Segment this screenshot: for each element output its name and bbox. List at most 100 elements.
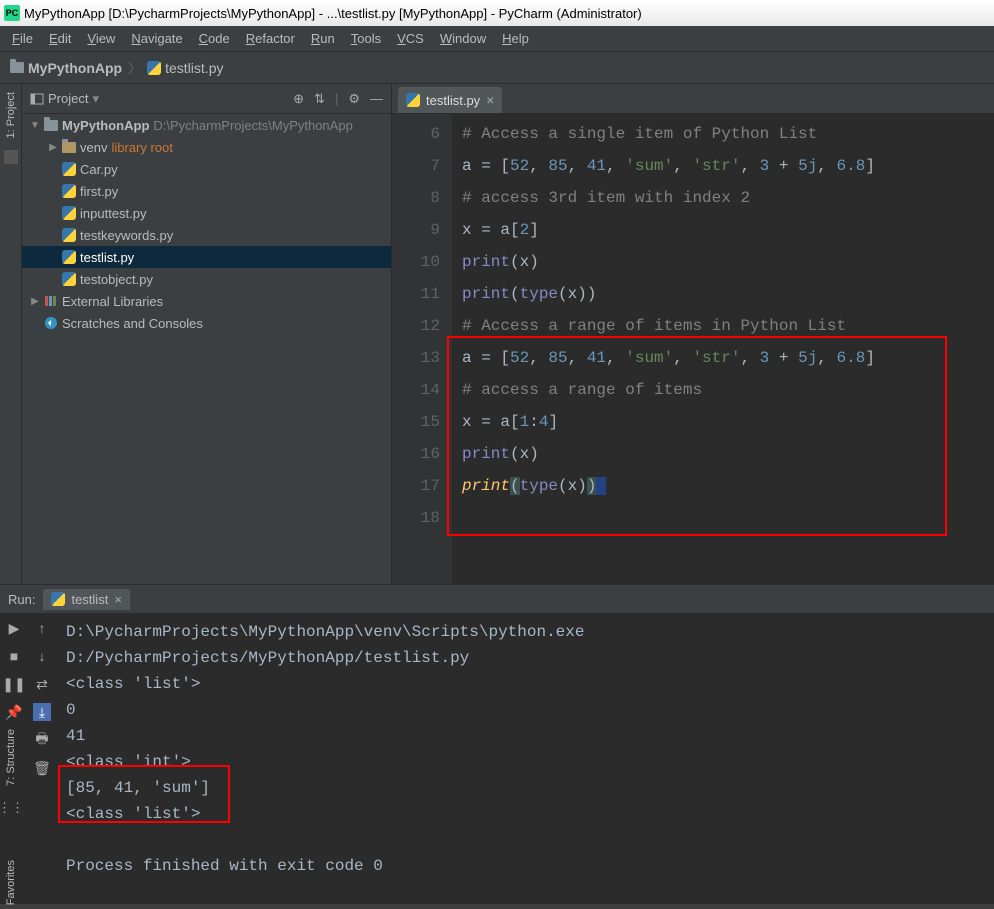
tree-item[interactable]: first.py	[22, 180, 391, 202]
code-line-8[interactable]: # access 3rd item with index 2	[462, 182, 984, 214]
tree-item[interactable]: ▼MyPythonApp D:\PycharmProjects\MyPython…	[22, 114, 391, 136]
project-panel-header: Project ▾ ⊕ ⇅ | ⚙ —	[22, 84, 391, 114]
python-file-icon	[62, 206, 76, 220]
code-line-18[interactable]: print(type(x))	[462, 470, 984, 502]
output-line: <class 'int'>	[66, 749, 984, 775]
output-line: [85, 41, 'sum']	[66, 775, 984, 801]
structure-tool-button[interactable]: 7: Structure	[5, 725, 17, 790]
python-file-icon	[62, 272, 76, 286]
project-view-icon	[30, 92, 44, 106]
editor-tab-testlist[interactable]: testlist.py ×	[398, 87, 502, 113]
breadcrumb-file[interactable]: testlist.py	[147, 60, 223, 76]
menu-code[interactable]: Code	[193, 29, 236, 48]
menu-window[interactable]: Window	[434, 29, 492, 48]
run-tab-label: testlist	[71, 592, 108, 607]
tool-square-icon[interactable]	[4, 150, 18, 164]
left-tool-strip: 1: Project	[0, 84, 22, 584]
close-tab-button[interactable]: ×	[486, 92, 494, 108]
output-line: 41	[66, 723, 984, 749]
project-panel: Project ▾ ⊕ ⇅ | ⚙ — ▼MyPythonApp D:\Pych…	[22, 84, 392, 584]
down-button[interactable]: ↓	[33, 647, 51, 665]
run-output[interactable]: D:\PycharmProjects\MyPythonApp\venv\Scri…	[56, 613, 994, 904]
output-line: <class 'list'>	[66, 801, 984, 827]
code-line-6[interactable]: # Access a single item of Python List	[462, 118, 984, 150]
output-line: <class 'list'>	[66, 671, 984, 697]
window-titlebar: PC MyPythonApp [D:\PycharmProjects\MyPyt…	[0, 0, 994, 26]
python-file-icon	[62, 162, 76, 176]
code-content[interactable]: # Access a single item of Python Lista =…	[452, 114, 994, 584]
hide-button[interactable]: —	[370, 91, 383, 107]
folder-icon	[62, 142, 76, 153]
app-icon: PC	[4, 5, 20, 21]
collapse-button[interactable]: ⇅	[314, 91, 325, 107]
project-tree[interactable]: ▼MyPythonApp D:\PycharmProjects\MyPython…	[22, 114, 391, 584]
scroll-end-button[interactable]: ⤓	[33, 703, 51, 721]
code-line-7[interactable]: a = [52, 85, 41, 'sum', 'str', 3 + 5j, 6…	[462, 150, 984, 182]
code-line-17[interactable]: print(x)	[462, 438, 984, 470]
run-tab[interactable]: testlist ×	[43, 589, 129, 610]
soft-wrap-button[interactable]: ⇄	[33, 675, 51, 693]
breadcrumb-project-label: MyPythonApp	[28, 60, 122, 76]
folder-icon	[44, 120, 58, 131]
output-line: D:\PycharmProjects\MyPythonApp\venv\Scri…	[66, 619, 984, 671]
tree-item[interactable]: Car.py	[22, 158, 391, 180]
menu-vcs[interactable]: VCS	[391, 29, 430, 48]
tree-item[interactable]: Scratches and Consoles	[22, 312, 391, 334]
menu-refactor[interactable]: Refactor	[240, 29, 301, 48]
library-icon	[44, 294, 58, 308]
window-title: MyPythonApp [D:\PycharmProjects\MyPython…	[24, 6, 642, 21]
structure-icon: ⋮⋮	[0, 800, 24, 816]
close-run-tab-button[interactable]: ×	[114, 592, 122, 607]
project-panel-title: Project	[48, 91, 88, 106]
breadcrumb-separator: 〉	[128, 58, 141, 77]
code-line-14[interactable]: a = [52, 85, 41, 'sum', 'str', 3 + 5j, 6…	[462, 342, 984, 374]
python-file-icon	[62, 228, 76, 242]
menu-view[interactable]: View	[81, 29, 121, 48]
project-tool-button[interactable]: 1: Project	[5, 88, 17, 142]
output-line	[66, 827, 984, 853]
up-button[interactable]: ↑	[33, 619, 51, 637]
tree-item[interactable]: testobject.py	[22, 268, 391, 290]
python-file-icon	[147, 61, 161, 75]
menu-navigate[interactable]: Navigate	[125, 29, 188, 48]
python-file-icon	[62, 250, 76, 264]
breadcrumb-file-label: testlist.py	[165, 60, 223, 76]
tree-item[interactable]: ▶venv library root	[22, 136, 391, 158]
code-editor[interactable]: 6789101112131415161718 # Access a single…	[392, 114, 994, 584]
output-line: 0	[66, 697, 984, 723]
line-gutter: 6789101112131415161718	[392, 114, 452, 584]
editor-tabs: testlist.py ×	[392, 84, 994, 114]
favorites-tool-button[interactable]: Favorites	[5, 856, 17, 909]
breadcrumb-project[interactable]: MyPythonApp	[10, 60, 122, 76]
menu-tools[interactable]: Tools	[345, 29, 387, 48]
trash-button[interactable]: 🗑	[33, 759, 51, 777]
tree-item[interactable]: testlist.py	[22, 246, 391, 268]
run-panel-header: Run: testlist ×	[0, 585, 994, 613]
code-line-9[interactable]: x = a[2]	[462, 214, 984, 246]
python-file-icon	[51, 592, 65, 606]
folder-icon	[10, 62, 24, 73]
python-file-icon	[62, 184, 76, 198]
python-file-icon	[406, 93, 420, 107]
menu-edit[interactable]: Edit	[43, 29, 77, 48]
output-line: Process finished with exit code 0	[66, 853, 984, 879]
breadcrumb: MyPythonApp 〉 testlist.py	[0, 52, 994, 84]
code-line-16[interactable]: x = a[1:4]	[462, 406, 984, 438]
menu-help[interactable]: Help	[496, 29, 535, 48]
menu-bar: FileEditViewNavigate CodeRefactorRunTools…	[0, 26, 994, 52]
tree-item[interactable]: ▶External Libraries	[22, 290, 391, 312]
code-line-10[interactable]: print(x)	[462, 246, 984, 278]
menu-run[interactable]: Run	[305, 29, 341, 48]
run-panel: Run: testlist × ▶ ■ ❚❚ 📌 ↑ ↓ ⇄ ⤓ 🖶 🗑	[0, 584, 994, 904]
editor-tab-label: testlist.py	[426, 93, 480, 108]
print-button[interactable]: 🖶	[33, 731, 51, 749]
menu-file[interactable]: File	[6, 29, 39, 48]
code-line-15[interactable]: # access a range of items	[462, 374, 984, 406]
settings-button[interactable]: ⚙	[348, 91, 360, 107]
locate-button[interactable]: ⊕	[293, 91, 304, 107]
dropdown-icon[interactable]: ▾	[92, 91, 99, 107]
code-line-11[interactable]: print(type(x))	[462, 278, 984, 310]
code-line-13[interactable]: # Access a range of items in Python List	[462, 310, 984, 342]
tree-item[interactable]: testkeywords.py	[22, 224, 391, 246]
tree-item[interactable]: inputtest.py	[22, 202, 391, 224]
